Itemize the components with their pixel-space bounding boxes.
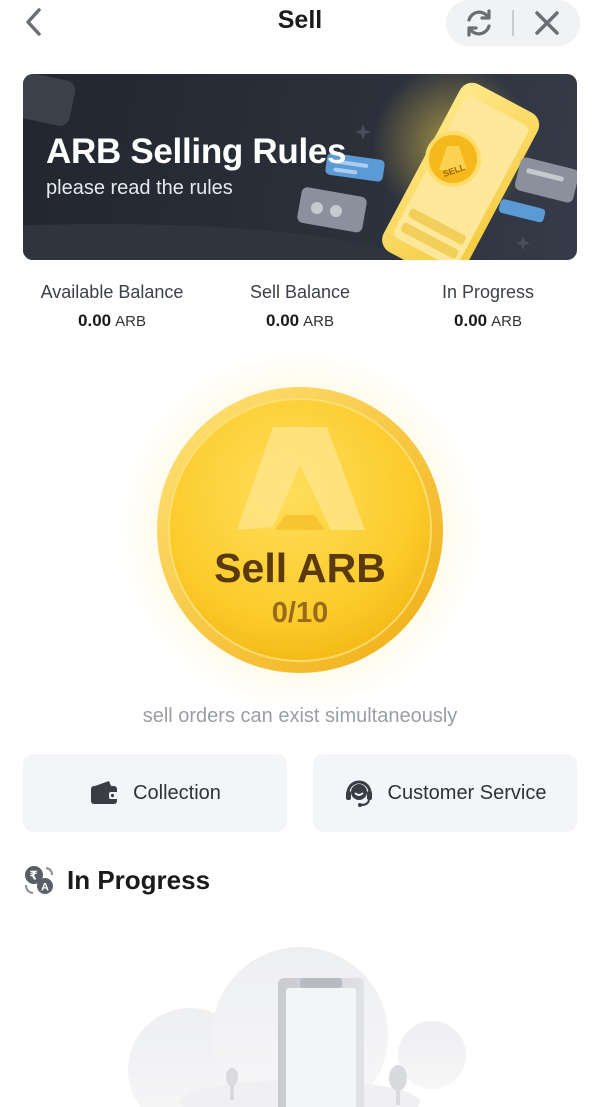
close-button[interactable] (514, 0, 580, 46)
customer-service-button[interactable]: Customer Service (313, 754, 577, 832)
refresh-icon (467, 9, 491, 37)
sell-orders-note: sell orders can exist simultaneously (142, 705, 458, 727)
empty-state-illustration (128, 947, 466, 1107)
balance-label: Sell Balance (249, 282, 351, 302)
top-bar: Sell (0, 0, 600, 48)
refresh-button[interactable] (446, 0, 512, 46)
currency-exchange-icon: ₹ A (25, 866, 53, 894)
balance-summary: Available Balance 0.00 ARB Sell Balance 0… (0, 282, 600, 338)
close-icon (535, 11, 559, 35)
section-title: In Progress (67, 864, 211, 895)
window-controls (446, 0, 580, 46)
sell-arb-label: Sell ARB (214, 545, 386, 591)
balance-label: In Progress (441, 282, 535, 302)
balance-label: Available Balance (40, 282, 184, 302)
balance-value: 0.00 ARB (78, 311, 146, 330)
sell-arb-button[interactable]: Sell ARB 0/10 (115, 345, 485, 715)
customer-service-label: Customer Service (387, 781, 547, 804)
in-progress-header: ₹ A In Progress (23, 862, 210, 898)
balance-value: 0.00 ARB (454, 311, 522, 330)
banner-title: ARB Selling Rules (46, 132, 347, 171)
available-balance: Available Balance 0.00 ARB (12, 282, 212, 331)
svg-text:₹: ₹ (30, 869, 38, 883)
collection-label: Collection (133, 781, 221, 804)
selling-rules-banner[interactable]: SELL ARB Selling Rules please read the r… (23, 74, 577, 260)
banner-subtitle: please read the rules (46, 177, 233, 199)
svg-text:A: A (41, 882, 49, 894)
headset-icon (344, 778, 374, 808)
collection-button[interactable]: Collection (23, 754, 287, 832)
sell-balance: Sell Balance 0.00 ARB (200, 282, 400, 331)
balance-value: 0.00 ARB (266, 311, 334, 330)
coin-icon (157, 387, 443, 673)
wallet-icon (89, 778, 119, 808)
in-progress-balance: In Progress 0.00 ARB (388, 282, 588, 331)
sell-order-count: 0/10 (271, 597, 329, 629)
